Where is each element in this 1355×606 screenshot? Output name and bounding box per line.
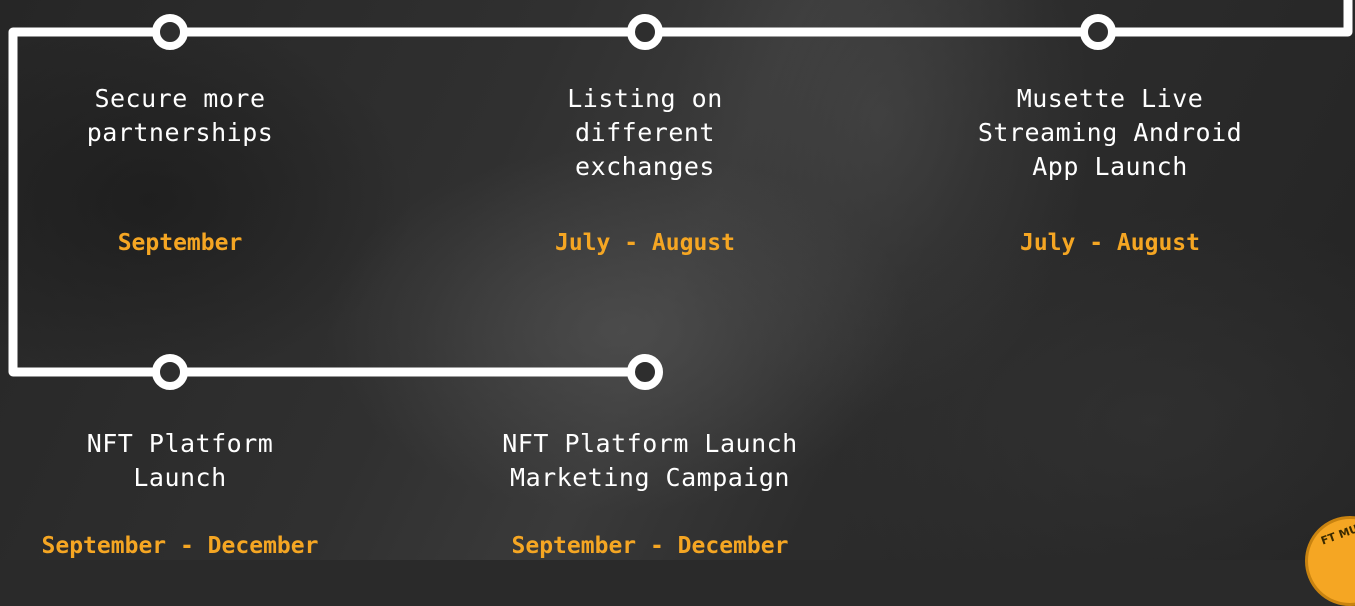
timeline-node-2 bbox=[627, 14, 663, 50]
milestone-title: NFT Platform Launch Marketing Campaign bbox=[502, 429, 798, 492]
milestone-android-app-launch: Musette Live Streaming Android App Launc… bbox=[930, 82, 1290, 272]
milestone-date: July - August bbox=[1019, 230, 1200, 256]
timeline-node-1 bbox=[152, 14, 188, 50]
milestone-exchange-listing: Listing on different exchanges July - Au… bbox=[495, 82, 795, 272]
milestone-date: September - December bbox=[511, 533, 789, 559]
milestone-title: NFT Platform Launch bbox=[86, 429, 274, 492]
milestone-date: September bbox=[117, 230, 243, 256]
milestone-secure-partnerships: Secure more partnerships September bbox=[30, 82, 330, 272]
milestone-date: September - December bbox=[41, 533, 319, 559]
milestone-date: July - August bbox=[554, 230, 735, 256]
milestone-nft-platform-launch: NFT Platform Launch September - December bbox=[0, 427, 360, 560]
timeline-node-3 bbox=[1080, 14, 1116, 50]
milestone-title: Secure more partnerships bbox=[86, 84, 274, 147]
timeline-node-5 bbox=[627, 354, 663, 390]
milestone-nft-marketing-campaign: NFT Platform Launch Marketing Campaign S… bbox=[445, 427, 855, 560]
logo-text: FT MUS bbox=[1319, 519, 1355, 548]
timeline-node-4 bbox=[152, 354, 188, 390]
milestone-title: Listing on different exchanges bbox=[567, 84, 723, 181]
milestone-title: Musette Live Streaming Android App Launc… bbox=[977, 84, 1243, 181]
